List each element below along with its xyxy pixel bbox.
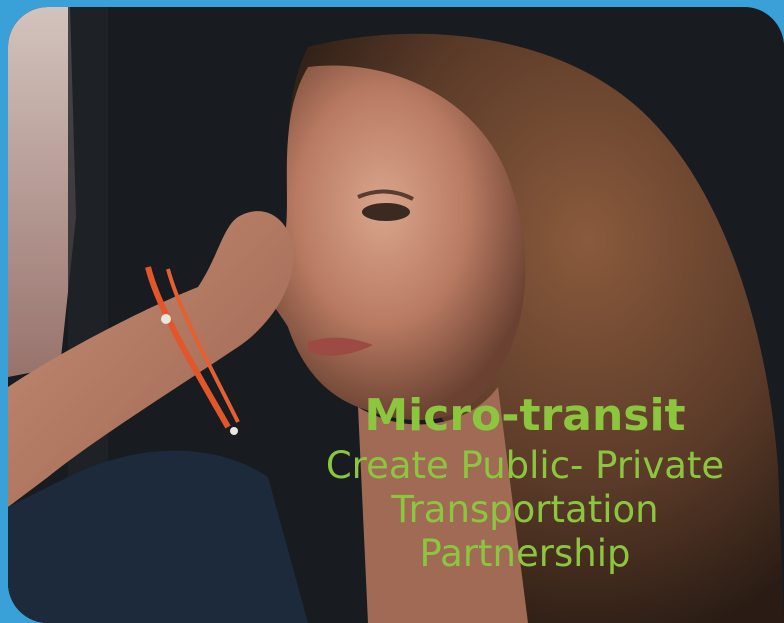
caption-line-1: Create Public- Private xyxy=(325,444,725,487)
caption-line-2: Transportation xyxy=(391,488,659,531)
caption-line-3: Partnership xyxy=(419,532,631,575)
image-frame: Micro-transit Create Public- Private Tra… xyxy=(0,0,784,623)
caption: Micro-transit Create Public- Private Tra… xyxy=(270,388,780,576)
caption-title: Micro-transit xyxy=(364,390,686,441)
